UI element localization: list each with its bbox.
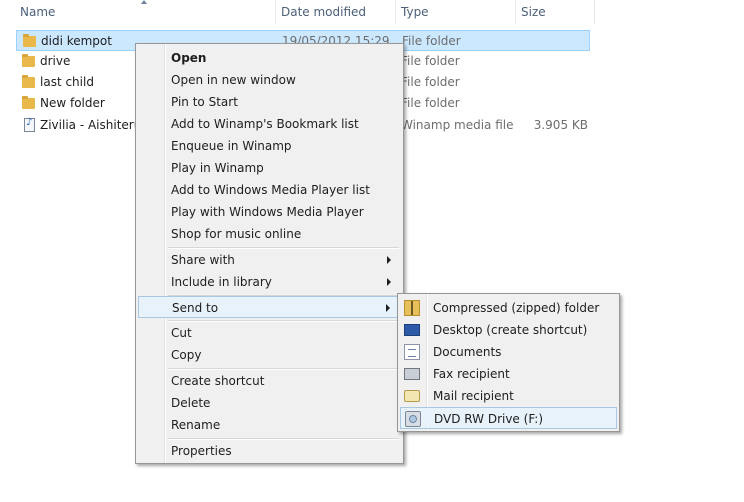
menu-item-rename[interactable]: Rename — [138, 414, 401, 436]
folder-icon — [22, 75, 36, 89]
file-type: File folder — [402, 34, 461, 48]
column-header-type[interactable]: Type — [395, 0, 515, 24]
menu-item-label: Open in new window — [171, 73, 296, 87]
documents-icon — [404, 344, 420, 360]
menu-item-include-in-library[interactable]: Include in library — [138, 271, 401, 293]
menu-item-label: Properties — [171, 444, 232, 458]
folder-icon — [22, 96, 36, 110]
menu-item-add-to-winamp-bookmark[interactable]: Add to Winamp's Bookmark list — [138, 113, 401, 135]
menu-item-label: Pin to Start — [171, 95, 238, 109]
file-size — [516, 93, 588, 114]
menu-separator — [168, 368, 399, 370]
menu-item-label: Play with Windows Media Player — [171, 205, 364, 219]
menu-item-label: Compressed (zipped) folder — [433, 301, 600, 315]
submenu-arrow-icon — [387, 278, 391, 286]
send-to-compressed-folder[interactable]: Compressed (zipped) folder — [400, 297, 617, 319]
column-divider[interactable] — [594, 0, 595, 24]
menu-item-properties[interactable]: Properties — [138, 440, 401, 462]
column-header-size[interactable]: Size — [515, 0, 595, 24]
send-to-dvd-rw-drive[interactable]: DVD RW Drive (F:) — [400, 407, 617, 429]
menu-item-enqueue-in-winamp[interactable]: Enqueue in Winamp — [138, 135, 401, 157]
menu-item-label: Documents — [433, 345, 502, 359]
mail-icon — [404, 390, 420, 402]
menu-item-label: Add to Windows Media Player list — [171, 183, 370, 197]
menu-item-label: Fax recipient — [433, 367, 510, 381]
submenu-arrow-icon — [386, 304, 390, 312]
menu-item-label: Add to Winamp's Bookmark list — [171, 117, 359, 131]
menu-item-pin-to-start[interactable]: Pin to Start — [138, 91, 401, 113]
menu-item-label: Enqueue in Winamp — [171, 139, 292, 153]
file-type: Winamp media file — [401, 118, 514, 132]
file-size — [517, 31, 589, 52]
menu-separator — [168, 247, 399, 249]
menu-item-label: Desktop (create shortcut) — [433, 323, 588, 337]
menu-item-label: Mail recipient — [433, 389, 514, 403]
desktop-icon — [404, 324, 420, 336]
folder-icon — [23, 34, 37, 48]
media-file-icon — [24, 117, 35, 132]
column-header-date-modified[interactable]: Date modified — [275, 0, 395, 24]
menu-item-play-in-winamp[interactable]: Play in Winamp — [138, 157, 401, 179]
menu-item-open-in-new-window[interactable]: Open in new window — [138, 69, 401, 91]
file-size — [516, 72, 588, 93]
menu-item-add-to-wmp-list[interactable]: Add to Windows Media Player list — [138, 179, 401, 201]
menu-item-delete[interactable]: Delete — [138, 392, 401, 414]
menu-item-share-with[interactable]: Share with — [138, 249, 401, 271]
menu-item-play-with-wmp[interactable]: Play with Windows Media Player — [138, 201, 401, 223]
menu-item-label: Delete — [171, 396, 211, 410]
file-type: File folder — [401, 54, 460, 68]
zip-folder-icon — [404, 300, 420, 316]
column-header: Name Date modified Type Size — [0, 0, 744, 24]
menu-item-copy[interactable]: Copy — [138, 344, 401, 366]
file-size: 3.905 KB — [533, 118, 588, 132]
file-type: File folder — [401, 96, 460, 110]
send-to-desktop[interactable]: Desktop (create shortcut) — [400, 319, 617, 341]
file-size — [516, 51, 588, 72]
menu-separator — [168, 438, 399, 440]
menu-item-cut[interactable]: Cut — [138, 322, 401, 344]
menu-item-create-shortcut[interactable]: Create shortcut — [138, 370, 401, 392]
menu-item-label: DVD RW Drive (F:) — [434, 412, 544, 426]
context-menu: Open Open in new window Pin to Start Add… — [135, 43, 404, 464]
menu-item-label: Send to — [172, 301, 219, 315]
send-to-fax-recipient[interactable]: Fax recipient — [400, 363, 617, 385]
folder-icon — [22, 54, 36, 68]
menu-item-label: Open — [171, 51, 207, 65]
file-type: File folder — [401, 75, 460, 89]
menu-item-label: Copy — [171, 348, 202, 362]
menu-item-label: Rename — [171, 418, 221, 432]
menu-item-label: Cut — [171, 326, 192, 340]
send-to-mail-recipient[interactable]: Mail recipient — [400, 385, 617, 407]
menu-separator — [168, 320, 399, 322]
menu-item-label: Create shortcut — [171, 374, 265, 388]
menu-item-send-to[interactable]: Send to — [138, 296, 401, 318]
fax-icon — [404, 368, 420, 380]
dvd-drive-icon — [405, 411, 421, 427]
menu-item-open[interactable]: Open — [138, 47, 401, 69]
menu-item-shop-for-music[interactable]: Shop for music online — [138, 223, 401, 245]
send-to-submenu: Compressed (zipped) folder Desktop (crea… — [397, 293, 620, 432]
menu-item-label: Share with — [171, 253, 235, 267]
submenu-arrow-icon — [387, 256, 391, 264]
send-to-documents[interactable]: Documents — [400, 341, 617, 363]
menu-item-label: Shop for music online — [171, 227, 302, 241]
menu-item-label: Include in library — [171, 275, 272, 289]
sort-ascending-icon — [141, 0, 147, 4]
menu-item-label: Play in Winamp — [171, 161, 264, 175]
